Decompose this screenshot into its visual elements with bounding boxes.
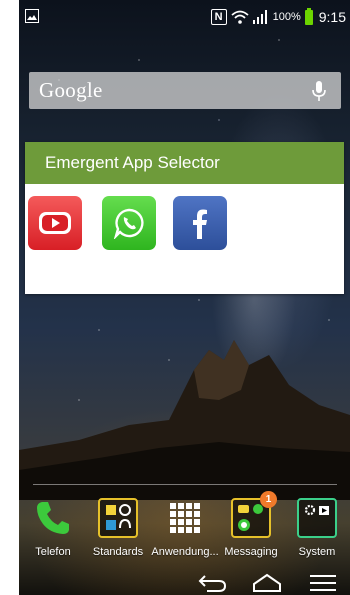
folder-icon	[297, 498, 337, 538]
nfc-icon: N	[210, 9, 227, 25]
google-search-bar[interactable]: Google	[29, 72, 341, 109]
whatsapp-icon	[113, 208, 144, 239]
battery-icon	[304, 7, 313, 25]
home-screen: N 100% 9:15 Google Emergent App Selector…	[19, 0, 350, 595]
signal-icon	[252, 10, 267, 24]
dock-label-system: System	[298, 546, 336, 558]
folder-contents-icon	[304, 504, 329, 516]
dock-label-standards: Standards	[92, 546, 144, 558]
home-icon[interactable]	[252, 572, 282, 592]
dock-item-system[interactable]: System	[282, 498, 350, 558]
dock-item-anwendungen[interactable]: Anwendung...	[150, 498, 220, 558]
youtube-icon	[39, 212, 71, 234]
folder-icon	[98, 498, 138, 538]
back-icon[interactable]	[197, 572, 227, 592]
clock: 9:15	[318, 9, 346, 25]
dock-label-messaging: Messaging	[224, 546, 278, 558]
dock-item-telefon[interactable]: Telefon	[19, 498, 88, 558]
navigation-bar	[19, 568, 350, 595]
folder-contents-icon	[106, 504, 131, 530]
google-logo: Google	[39, 78, 103, 102]
unread-badge: 1	[260, 491, 277, 508]
wallpaper-mountains	[19, 340, 350, 500]
whatsapp-app-button[interactable]	[102, 196, 156, 250]
microphone-icon[interactable]	[311, 80, 327, 102]
widget-app-list	[25, 184, 344, 294]
dock: Telefon Standards Anwendung... 1 Messagi…	[19, 491, 350, 568]
folder-icon: 1	[231, 491, 277, 538]
dock-item-standards[interactable]: Standards	[83, 498, 153, 558]
phone-icon	[37, 502, 69, 534]
menu-icon[interactable]	[308, 572, 338, 592]
facebook-app-button[interactable]	[173, 196, 227, 250]
battery-percent: 100%	[272, 11, 301, 23]
dock-divider	[33, 484, 337, 485]
widget-title: Emergent App Selector	[25, 142, 344, 184]
youtube-app-button[interactable]	[28, 196, 82, 250]
app-selector-widget: Emergent App Selector	[25, 142, 344, 294]
dock-item-messaging[interactable]: 1 Messaging	[216, 491, 286, 558]
app-grid-icon	[170, 503, 200, 533]
dock-label-anwendungen: Anwendung...	[151, 546, 219, 558]
dock-label-telefon: Telefon	[35, 546, 71, 558]
status-bar: N 100% 9:15	[19, 0, 350, 34]
image-notification-icon	[25, 9, 39, 23]
wifi-icon	[231, 10, 249, 24]
facebook-icon	[193, 209, 207, 239]
